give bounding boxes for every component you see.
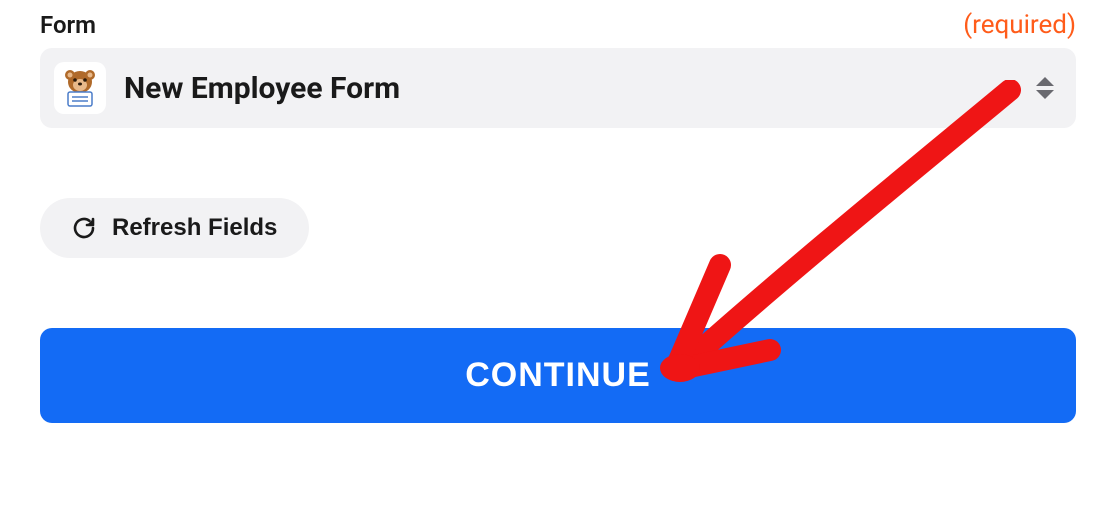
continue-button-label: CONTINUE <box>465 356 651 394</box>
field-label-row: Form (required) <box>40 10 1076 40</box>
chevron-up-down-icon <box>1036 77 1054 99</box>
field-label: Form <box>40 11 96 39</box>
refresh-button-label: Refresh Fields <box>112 214 277 242</box>
form-select-value: New Employee Form <box>124 71 1018 106</box>
wpforms-bear-icon <box>54 62 106 114</box>
refresh-icon <box>72 216 96 240</box>
continue-button[interactable]: CONTINUE <box>40 328 1076 423</box>
form-select[interactable]: New Employee Form <box>40 48 1076 128</box>
required-tag: (required) <box>963 10 1076 40</box>
refresh-fields-button[interactable]: Refresh Fields <box>40 198 309 258</box>
